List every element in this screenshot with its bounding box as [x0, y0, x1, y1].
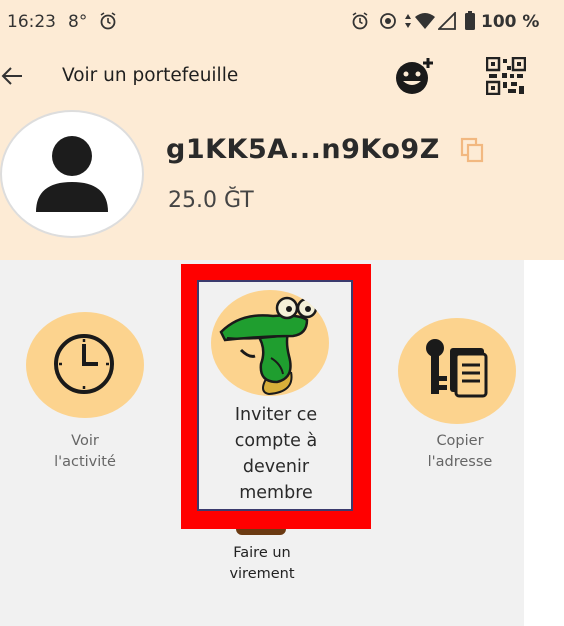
- key-document-icon: [426, 339, 488, 398]
- invite-label: Inviter ce compte à devenir membre: [199, 402, 353, 506]
- status-temp: 8°: [68, 12, 88, 32]
- battery-icon: [464, 11, 476, 36]
- copy-address-label-1: Copier: [436, 433, 484, 449]
- invite-label-3: devenir: [242, 457, 310, 477]
- status-time: 16:23: [7, 12, 56, 32]
- signal-icon: [436, 10, 456, 35]
- qr-code-icon[interactable]: [485, 56, 527, 100]
- lizard-mascot-icon: [219, 296, 318, 396]
- activity-circle[interactable]: [26, 312, 144, 418]
- status-bar: 16:23 8° 100 %: [0, 0, 564, 46]
- battery-level: 100 %: [481, 12, 540, 32]
- add-emoji-icon[interactable]: [392, 56, 438, 101]
- alarm-icon: [98, 11, 118, 36]
- invite-label-1: Inviter ce: [234, 405, 318, 425]
- location-icon: [378, 11, 398, 36]
- transfer-label-1: Faire un: [233, 545, 291, 561]
- view-activity-label-1: Voir: [71, 433, 99, 449]
- alarm-icon: [350, 11, 370, 36]
- person-icon: [36, 136, 108, 212]
- copy-icon[interactable]: [459, 136, 487, 169]
- wallet-address: g1KK5A...n9Ko9Z: [166, 134, 440, 165]
- transfer-circle-edge[interactable]: [236, 529, 286, 535]
- invite-circle[interactable]: [211, 290, 329, 396]
- invite-member-button[interactable]: Inviter ce compte à devenir membre: [197, 280, 353, 511]
- wifi-icon: [414, 12, 436, 35]
- highlight-frame: Inviter ce compte à devenir membre: [181, 264, 371, 529]
- view-activity-label-2: l'activité: [54, 454, 116, 470]
- invite-label-4: membre: [239, 483, 313, 503]
- transfer-label-2: virement: [229, 566, 295, 582]
- copy-address-label-2: l'adresse: [427, 454, 493, 470]
- copy-address-circle[interactable]: [398, 318, 516, 424]
- app-bar: Voir un portefeuille: [0, 46, 564, 108]
- clock-icon: [54, 334, 114, 394]
- data-arrows-icon: [403, 11, 413, 36]
- page-title: Voir un portefeuille: [62, 65, 239, 86]
- invite-label-2: compte à: [234, 431, 318, 451]
- avatar: [0, 110, 144, 238]
- wallet-balance: 25.0 ĞT: [168, 188, 254, 213]
- back-arrow-icon[interactable]: [0, 65, 24, 92]
- wallet-header: g1KK5A...n9Ko9Z 25.0 ĞT: [0, 108, 564, 260]
